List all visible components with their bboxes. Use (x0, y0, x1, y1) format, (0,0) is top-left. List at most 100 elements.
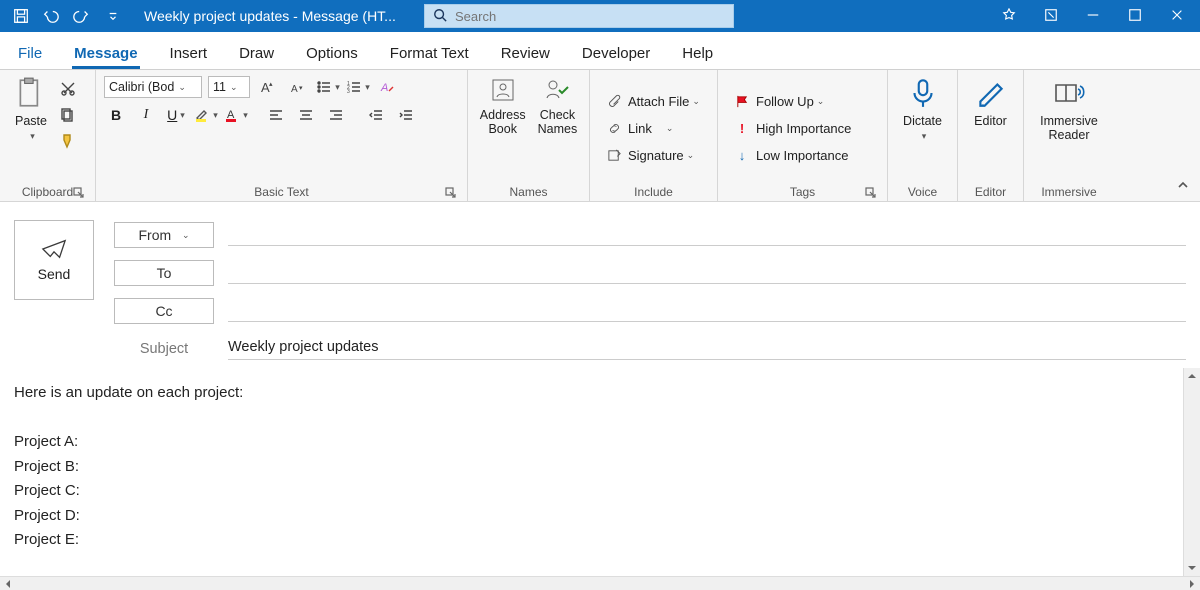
vertical-scrollbar[interactable] (1183, 368, 1200, 576)
tab-format-text[interactable]: Format Text (388, 45, 471, 69)
increase-indent-button[interactable] (394, 104, 418, 126)
save-icon[interactable] (12, 7, 30, 25)
svg-text:3: 3 (347, 89, 350, 95)
collapse-ribbon-button[interactable] (1176, 178, 1190, 195)
message-header: Send From ⌄ To Cc Subject Weekly project… (0, 202, 1200, 372)
tab-options[interactable]: Options (304, 45, 360, 69)
underline-button[interactable]: U▾ (164, 104, 188, 126)
qat-customize-icon[interactable] (108, 7, 118, 25)
editor-label: Editor (974, 114, 1007, 128)
immersive-reader-button[interactable]: Immersive Reader (1034, 74, 1104, 183)
tab-review[interactable]: Review (499, 45, 552, 69)
display-options-icon[interactable] (1044, 8, 1058, 25)
font-family-select[interactable]: Calibri (Bod⌄ (104, 76, 202, 98)
send-label: Send (38, 266, 71, 282)
link-button[interactable]: Link⌄ (604, 117, 673, 141)
group-title-immersive: Immersive (1032, 185, 1106, 199)
flag-icon (732, 94, 752, 109)
format-painter-button[interactable] (56, 130, 80, 152)
from-field[interactable] (228, 224, 1186, 246)
immersive-reader-icon (1052, 76, 1086, 110)
high-importance-button[interactable]: !High Importance (732, 117, 851, 141)
editor-button[interactable]: Editor (968, 74, 1014, 183)
align-right-button[interactable] (324, 104, 348, 126)
align-center-button[interactable] (294, 104, 318, 126)
window-title: Weekly project updates - Message (HT... (144, 8, 404, 24)
group-voice: Dictate▾ Voice (888, 70, 958, 201)
attach-file-button[interactable]: Attach File⌄ (604, 90, 700, 114)
scroll-right-icon[interactable] (1184, 577, 1200, 590)
copy-button[interactable] (56, 104, 80, 126)
message-body[interactable]: Here is an update on each project: Proje… (0, 372, 1200, 562)
group-editor: Editor Editor (958, 70, 1024, 201)
follow-up-button[interactable]: Follow Up⌄ (732, 90, 824, 114)
scroll-up-icon[interactable] (1184, 368, 1200, 384)
chevron-down-icon: ⌄ (178, 82, 186, 93)
to-field[interactable] (228, 262, 1186, 284)
group-names: Address Book Check Names Names (468, 70, 590, 201)
tab-insert[interactable]: Insert (168, 45, 210, 69)
redo-icon[interactable] (72, 7, 90, 25)
address-book-button[interactable]: Address Book (474, 74, 532, 183)
maximize-icon[interactable] (1128, 8, 1142, 25)
align-left-button[interactable] (264, 104, 288, 126)
tab-help[interactable]: Help (680, 45, 715, 69)
undo-icon[interactable] (42, 7, 60, 25)
close-icon[interactable] (1170, 8, 1184, 25)
font-size-select[interactable]: 11⌄ (208, 76, 250, 98)
grow-font-button[interactable]: A▴ (256, 76, 280, 98)
chevron-down-icon: ⌄ (182, 230, 190, 241)
search-box[interactable] (424, 4, 734, 28)
quick-access-toolbar (0, 7, 118, 25)
body-line: Project D: (14, 505, 1186, 528)
from-button[interactable]: From ⌄ (114, 222, 214, 248)
check-names-icon (543, 76, 571, 104)
svg-text:A: A (291, 84, 298, 95)
search-icon (433, 8, 447, 25)
low-importance-button[interactable]: ↓Low Importance (732, 144, 849, 168)
signature-button[interactable]: Signature⌄ (604, 144, 694, 168)
paste-button[interactable]: Paste▾ (8, 74, 54, 183)
group-immersive: Immersive Reader Immersive (1024, 70, 1114, 201)
font-color-button[interactable]: A▾ (224, 104, 248, 126)
send-button[interactable]: Send (14, 220, 94, 300)
tab-draw[interactable]: Draw (237, 45, 276, 69)
horizontal-scrollbar[interactable] (0, 576, 1200, 590)
dictate-button[interactable]: Dictate▾ (897, 74, 948, 183)
shrink-font-button[interactable]: A▾ (286, 76, 310, 98)
group-title-basic-text: Basic Text (254, 185, 308, 199)
tab-file[interactable]: File (16, 45, 44, 69)
editor-icon (974, 76, 1008, 110)
tab-developer[interactable]: Developer (580, 45, 652, 69)
dialog-launcher-tags[interactable] (865, 187, 877, 199)
tab-message[interactable]: Message (72, 45, 139, 69)
paste-label: Paste (15, 114, 47, 128)
scroll-left-icon[interactable] (0, 577, 16, 590)
italic-button[interactable]: I (134, 104, 158, 126)
bullets-button[interactable]: ▾ (316, 76, 340, 98)
cc-field[interactable] (228, 300, 1186, 322)
check-names-label: Check Names (538, 108, 578, 137)
body-line: Here is an update on each project: (14, 382, 1186, 405)
numbering-button[interactable]: 123▾ (346, 76, 370, 98)
search-input[interactable] (455, 9, 725, 24)
window-controls (1002, 8, 1200, 25)
dialog-launcher-basic-text[interactable] (445, 187, 457, 199)
to-button[interactable]: To (114, 260, 214, 286)
clear-formatting-button[interactable]: A (376, 76, 400, 98)
highlight-button[interactable]: ▾ (194, 104, 218, 126)
decrease-indent-button[interactable] (364, 104, 388, 126)
cut-button[interactable] (56, 78, 80, 100)
coming-soon-icon[interactable] (1002, 8, 1016, 25)
body-line: Project B: (14, 456, 1186, 479)
scroll-down-icon[interactable] (1184, 560, 1200, 576)
subject-field[interactable]: Weekly project updates (228, 339, 1186, 360)
cc-button[interactable]: Cc (114, 298, 214, 324)
dialog-launcher-clipboard[interactable] (73, 187, 85, 199)
bold-button[interactable]: B (104, 104, 128, 126)
group-tags: Follow Up⌄ !High Importance ↓Low Importa… (718, 70, 888, 201)
ribbon-tabs: File Message Insert Draw Options Format … (0, 32, 1200, 70)
microphone-icon (906, 76, 940, 110)
minimize-icon[interactable] (1086, 8, 1100, 25)
check-names-button[interactable]: Check Names (532, 74, 584, 183)
